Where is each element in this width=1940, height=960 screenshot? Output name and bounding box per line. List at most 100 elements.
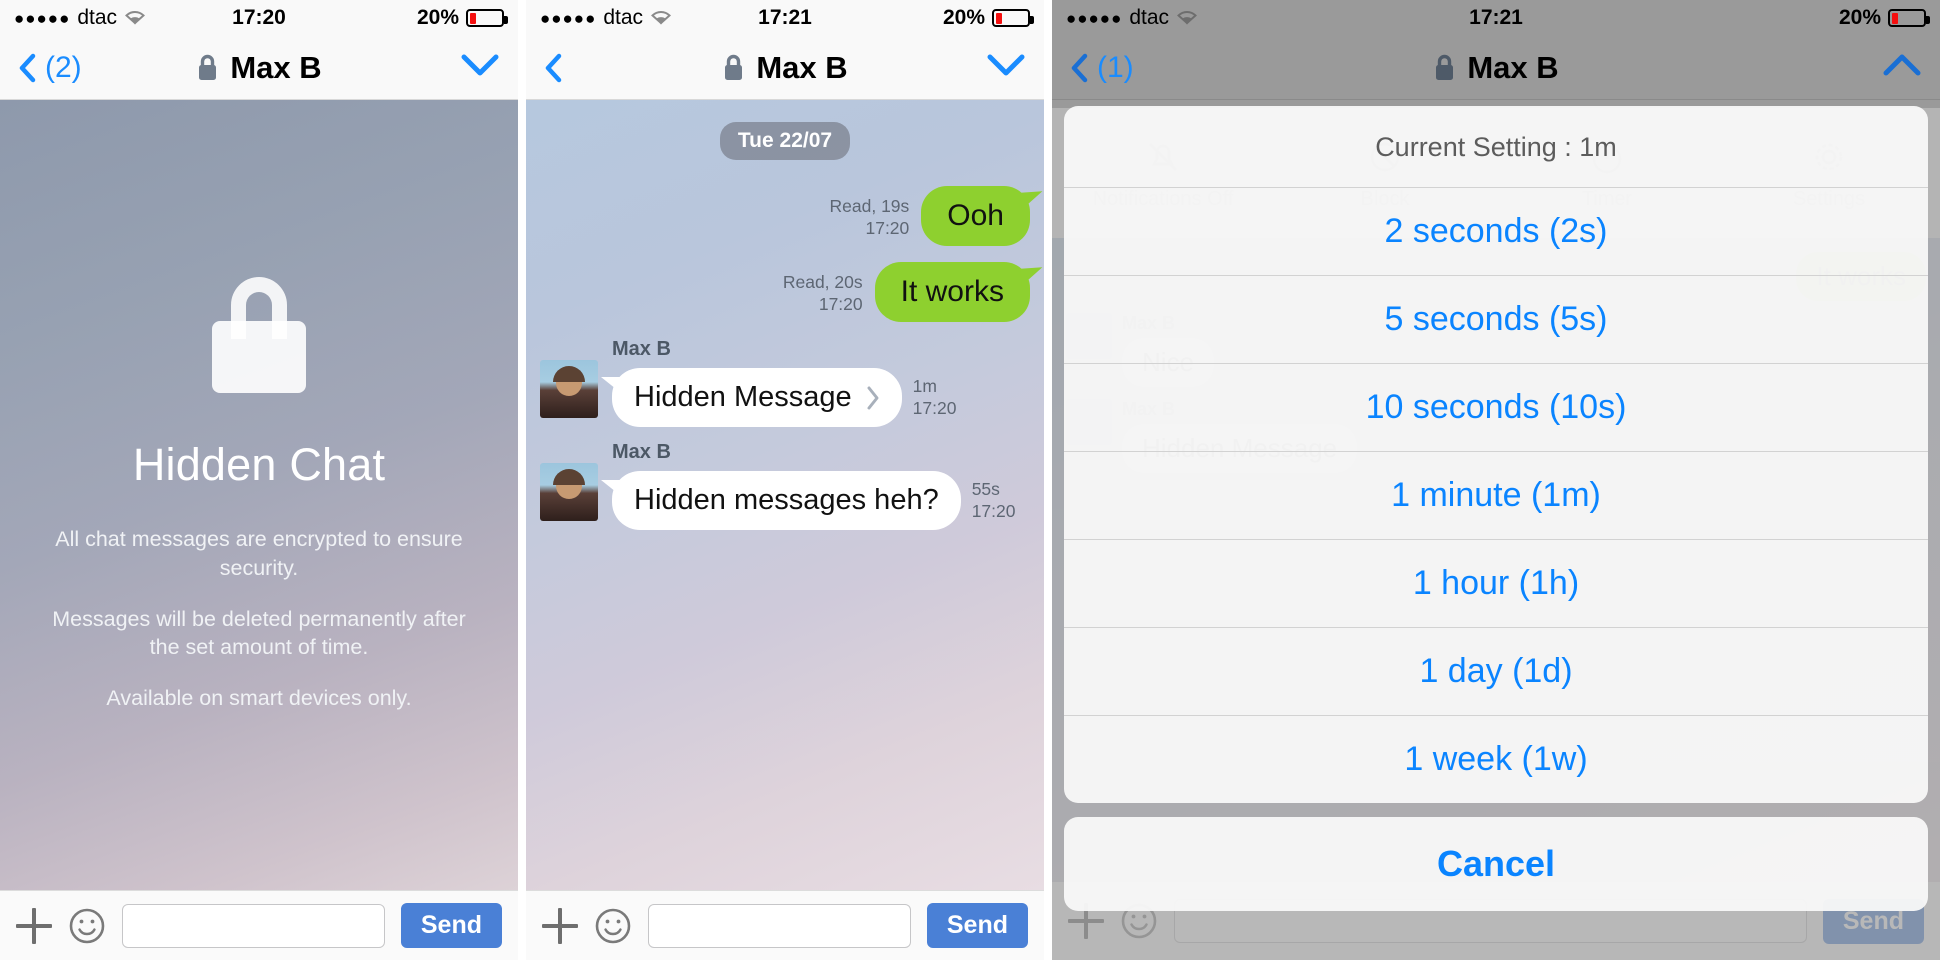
- sender-name: Max B: [612, 338, 671, 360]
- message-row-incoming: Max B Hidden messages heh? 55s 17:20: [540, 441, 1030, 530]
- smiley-icon[interactable]: [594, 907, 632, 945]
- menu-toggle-button[interactable]: [460, 52, 500, 83]
- hidden-chat-intro: Hidden Chat All chat messages are encryp…: [0, 100, 518, 890]
- message-input[interactable]: [122, 903, 385, 948]
- avatar[interactable]: [540, 463, 598, 521]
- sheet-option-2s[interactable]: 2 seconds (2s): [1064, 188, 1928, 276]
- sheet-option-5s[interactable]: 5 seconds (5s): [1064, 276, 1928, 364]
- back-button[interactable]: (1): [1070, 51, 1134, 85]
- status-bar: ●●●●● dtac 17:20 20%: [0, 0, 518, 36]
- message-row-outgoing: Read, 19s 17:20 Ooh: [540, 186, 1030, 246]
- read-status: Read,: [829, 196, 877, 216]
- message-row-incoming: Max B Hidden Message 1m 17:20: [540, 338, 1030, 427]
- panel-chat-conversation: ●●●●● dtac 17:21 20% Max B Tue 22/07 Rea…: [526, 0, 1044, 960]
- plus-icon[interactable]: [542, 907, 578, 944]
- status-time: 17:21: [1469, 6, 1523, 29]
- message-column: Max B Hidden messages heh? 55s 17:20: [601, 441, 1016, 530]
- timer-action-sheet: Current Setting : 1m 2 seconds (2s) 5 se…: [1064, 106, 1928, 911]
- nav-bar: Max B: [526, 36, 1044, 100]
- bubble-row: Hidden Message 1m 17:20: [601, 368, 957, 427]
- battery-icon: [466, 9, 508, 27]
- nav-title: Max B: [1052, 50, 1940, 86]
- message-time: 17:20: [818, 293, 863, 314]
- chevron-left-icon: [1070, 53, 1088, 83]
- nav-bar: (2) Max B: [0, 36, 518, 100]
- menu-toggle-button[interactable]: [986, 52, 1026, 83]
- message-bubble[interactable]: It works: [874, 262, 1030, 322]
- intro-line-3: Available on smart devices only.: [106, 686, 412, 711]
- message-column: Max B Hidden Message 1m 17:20: [601, 338, 957, 427]
- panel-timer-action-sheet: ●●●●● dtac 17:21 20% (1) Max B Send Curr…: [1052, 0, 1940, 960]
- elapsed-label: 20s: [834, 272, 863, 292]
- date-divider-row: Tue 22/07: [540, 122, 1030, 160]
- dimmed-overlay[interactable]: Notifications Off Block Timer: [1052, 100, 1940, 960]
- sheet-option-1h[interactable]: 1 hour (1h): [1064, 540, 1928, 628]
- message-bubble[interactable]: Ooh: [921, 186, 1030, 246]
- message-meta: 1m 17:20: [913, 376, 957, 420]
- date-divider: Tue 22/07: [719, 122, 851, 160]
- chevron-up-icon: [1882, 52, 1922, 83]
- nav-title: Max B: [526, 50, 1044, 86]
- nav-title-label: Max B: [756, 49, 848, 85]
- elapsed-label: 19s: [881, 196, 910, 216]
- message-row-outgoing: Read, 20s 17:20 It works: [540, 262, 1030, 322]
- status-bar: ●●●●● dtac 17:21 20%: [1052, 0, 1940, 36]
- message-time: 17:20: [865, 217, 910, 238]
- chevron-left-icon: [544, 53, 562, 83]
- lock-icon: [722, 53, 745, 82]
- chat-message-list[interactable]: Tue 22/07 Read, 19s 17:20 Ooh Read, 20s …: [526, 100, 1044, 890]
- sender-name: Max B: [612, 441, 671, 463]
- chevron-right-icon: [866, 385, 880, 411]
- status-bar: ●●●●● dtac 17:21 20%: [526, 0, 1044, 36]
- bubble-row: Hidden messages heh? 55s 17:20: [601, 471, 1016, 530]
- send-button[interactable]: Send: [400, 903, 502, 948]
- message-bubble[interactable]: Hidden Message: [601, 368, 902, 427]
- screenshot-root: ●●●●● dtac 17:20 20% (2) Max B Hidden Ch…: [0, 0, 1940, 960]
- message-time: 17:20: [971, 500, 1016, 521]
- send-button[interactable]: Send: [926, 903, 1028, 948]
- plus-icon[interactable]: [16, 907, 52, 944]
- cancel-button[interactable]: Cancel: [1064, 817, 1928, 911]
- back-button[interactable]: (2): [18, 51, 82, 85]
- read-status: Read,: [782, 272, 830, 292]
- lock-icon: [212, 277, 306, 393]
- battery-icon: [1888, 9, 1930, 27]
- message-input-bar: Send: [0, 890, 518, 960]
- intro-line-2: Messages will be deleted permanently aft…: [52, 606, 466, 660]
- menu-toggle-button[interactable]: [1882, 52, 1922, 83]
- chevron-left-icon: [18, 53, 36, 83]
- status-time: 17:20: [232, 6, 286, 29]
- message-input[interactable]: [648, 903, 911, 948]
- lock-icon: [1433, 53, 1456, 82]
- nav-title-label: Max B: [1467, 49, 1559, 85]
- sheet-option-1d[interactable]: 1 day (1d): [1064, 628, 1928, 716]
- message-meta: Read, 19s 17:20: [829, 196, 909, 240]
- sheet-option-1m[interactable]: 1 minute (1m): [1064, 452, 1928, 540]
- avatar[interactable]: [540, 360, 598, 418]
- elapsed-label: 1m: [912, 376, 937, 396]
- sheet-option-10s[interactable]: 10 seconds (10s): [1064, 364, 1928, 452]
- message-text: Hidden Message: [634, 381, 852, 413]
- action-sheet-options: Current Setting : 1m 2 seconds (2s) 5 se…: [1064, 106, 1928, 803]
- message-text: Hidden messages heh?: [634, 484, 939, 516]
- chevron-down-icon: [986, 52, 1026, 83]
- lock-icon: [196, 53, 219, 82]
- panel-divider: [518, 0, 526, 960]
- battery-icon: [992, 9, 1034, 27]
- panel-divider: [1044, 0, 1052, 960]
- message-bubble[interactable]: Hidden messages heh?: [601, 471, 961, 530]
- nav-bar: (1) Max B: [1052, 36, 1940, 100]
- smiley-icon[interactable]: [68, 907, 106, 945]
- back-button[interactable]: [544, 53, 571, 83]
- status-time: 17:21: [758, 6, 812, 29]
- elapsed-label: 55s: [971, 479, 1000, 499]
- message-meta: 55s 17:20: [972, 479, 1016, 523]
- page-title: Hidden Chat: [132, 439, 386, 490]
- current-setting-label: Current Setting : 1m: [1064, 106, 1928, 188]
- sheet-option-1w[interactable]: 1 week (1w): [1064, 716, 1928, 803]
- nav-title-label: Max B: [230, 49, 322, 85]
- intro-line-1: All chat messages are encrypted to ensur…: [55, 527, 463, 580]
- message-time: 17:20: [912, 397, 957, 418]
- panel-hidden-chat-intro: ●●●●● dtac 17:20 20% (2) Max B Hidden Ch…: [0, 0, 518, 960]
- message-input-bar: Send: [526, 890, 1044, 960]
